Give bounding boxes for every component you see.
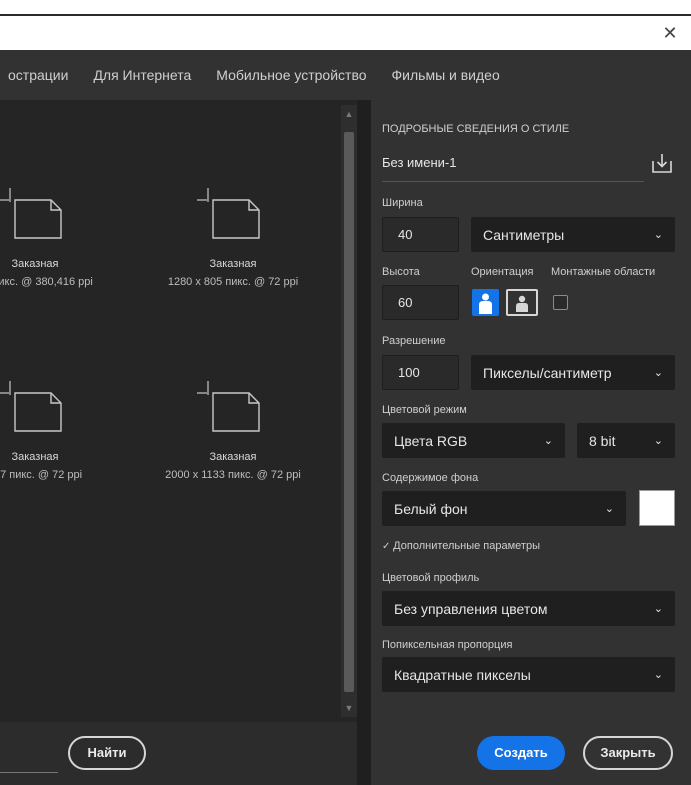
document-icon	[0, 381, 62, 432]
chevron-down-icon: ⌄	[653, 669, 663, 681]
portrait-orientation-icon[interactable]	[472, 289, 499, 316]
preset-card[interactable]: Заказная 1280 x 805 пикс. @ 72 ppi	[148, 182, 318, 291]
create-button[interactable]: Создать	[477, 736, 565, 770]
orientation-label: Ориентация	[471, 266, 534, 278]
width-unit-value: Сантиметры	[483, 226, 565, 243]
save-preset-icon[interactable]	[650, 151, 674, 175]
tab-mobile[interactable]: Мобильное устройство	[216, 67, 366, 83]
advanced-options-toggle[interactable]: ✓ Дополнительные параметры	[382, 540, 540, 552]
resolution-unit-select[interactable]: Пикселы/сантиметр ⌄	[471, 355, 675, 390]
tab-web[interactable]: Для Интернета	[93, 67, 191, 83]
title-strip	[0, 0, 691, 50]
preset-size: 2000 x 1133 пикс. @ 72 ppi	[165, 469, 301, 481]
resolution-label: Разрешение	[382, 335, 446, 347]
chevron-down-icon: ⌄	[604, 503, 614, 515]
width-label: Ширина	[382, 197, 423, 209]
pixel-aspect-label: Попиксельная пропорция	[382, 639, 513, 651]
background-color-swatch[interactable]	[639, 490, 675, 526]
color-mode-value: Цвета RGB	[394, 432, 468, 449]
close-icon[interactable]: ✕	[659, 22, 681, 44]
document-icon	[197, 188, 260, 239]
preset-title: Заказная	[11, 258, 59, 270]
chevron-down-icon: ⌄	[653, 367, 663, 379]
find-button[interactable]: Найти	[68, 736, 146, 770]
resolution-input[interactable]: 100	[382, 355, 459, 390]
document-name-field[interactable]: Без имени-1	[382, 155, 456, 170]
gallery-footer	[0, 722, 357, 785]
width-input[interactable]: 40	[382, 217, 459, 252]
background-label: Содержимое фона	[382, 472, 479, 484]
scrollbar-thumb[interactable]	[344, 132, 354, 692]
document-icon	[0, 188, 62, 239]
artboards-label: Монтажные области	[551, 266, 656, 278]
chevron-down-icon: ⌄	[543, 435, 553, 447]
background-value: Белый фон	[394, 500, 468, 517]
preset-title: Заказная	[209, 451, 257, 463]
template-search-input[interactable]	[0, 772, 58, 773]
tab-illustrations[interactable]: острации	[8, 67, 68, 83]
color-mode-label: Цветовой режим	[382, 404, 467, 416]
name-underline	[382, 181, 644, 182]
preset-tab-bar: острации Для Интернета Мобильное устройс…	[0, 50, 691, 100]
preset-gallery: Заказная 84 пикс. @ 380,416 ppi Заказная…	[0, 100, 357, 722]
bit-depth-select[interactable]: 8 bit ⌄	[577, 423, 675, 458]
top-divider	[0, 14, 691, 16]
color-profile-label: Цветовой профиль	[382, 572, 480, 584]
panel-divider	[357, 100, 371, 785]
close-button[interactable]: Закрыть	[583, 736, 673, 770]
artboards-checkbox[interactable]	[553, 295, 568, 310]
preset-card[interactable]: Заказная 84 пикс. @ 380,416 ppi	[0, 182, 120, 291]
pixel-aspect-value: Квадратные пикселы	[394, 666, 531, 683]
preset-size: 037 пикс. @ 72 ppi	[0, 469, 83, 481]
advanced-options-label: Дополнительные параметры	[393, 540, 540, 552]
color-mode-select[interactable]: Цвета RGB ⌄	[382, 423, 565, 458]
width-unit-select[interactable]: Сантиметры ⌄	[471, 217, 675, 252]
details-header: ПОДРОБНЫЕ СВЕДЕНИЯ О СТИЛЕ	[382, 123, 570, 135]
chevron-down-icon: ⌄	[653, 603, 663, 615]
scroll-up-icon[interactable]: ▲	[341, 106, 357, 122]
pixel-aspect-select[interactable]: Квадратные пикселы ⌄	[382, 657, 675, 692]
preset-card[interactable]: Заказная 2000 x 1133 пикс. @ 72 ppi	[148, 375, 318, 484]
color-profile-select[interactable]: Без управления цветом ⌄	[382, 591, 675, 626]
tab-film-video[interactable]: Фильмы и видео	[392, 67, 500, 83]
background-select[interactable]: Белый фон ⌄	[382, 491, 626, 526]
document-icon	[197, 381, 260, 432]
height-input[interactable]: 60	[382, 285, 459, 320]
preset-size: 84 пикс. @ 380,416 ppi	[0, 276, 93, 288]
preset-card[interactable]: Заказная 037 пикс. @ 72 ppi	[0, 375, 120, 484]
scroll-down-icon[interactable]: ▼	[341, 700, 357, 716]
chevron-down-icon: ✓	[382, 541, 394, 552]
bit-depth-value: 8 bit	[589, 432, 616, 449]
chevron-down-icon: ⌄	[653, 229, 663, 241]
landscape-orientation-icon[interactable]	[506, 289, 538, 316]
chevron-down-icon: ⌄	[653, 435, 663, 447]
height-label: Высота	[382, 266, 420, 278]
color-profile-value: Без управления цветом	[394, 600, 548, 617]
preset-size: 1280 x 805 пикс. @ 72 ppi	[167, 276, 299, 288]
preset-title: Заказная	[11, 451, 59, 463]
preset-title: Заказная	[209, 258, 257, 270]
resolution-unit-value: Пикселы/сантиметр	[483, 364, 612, 381]
